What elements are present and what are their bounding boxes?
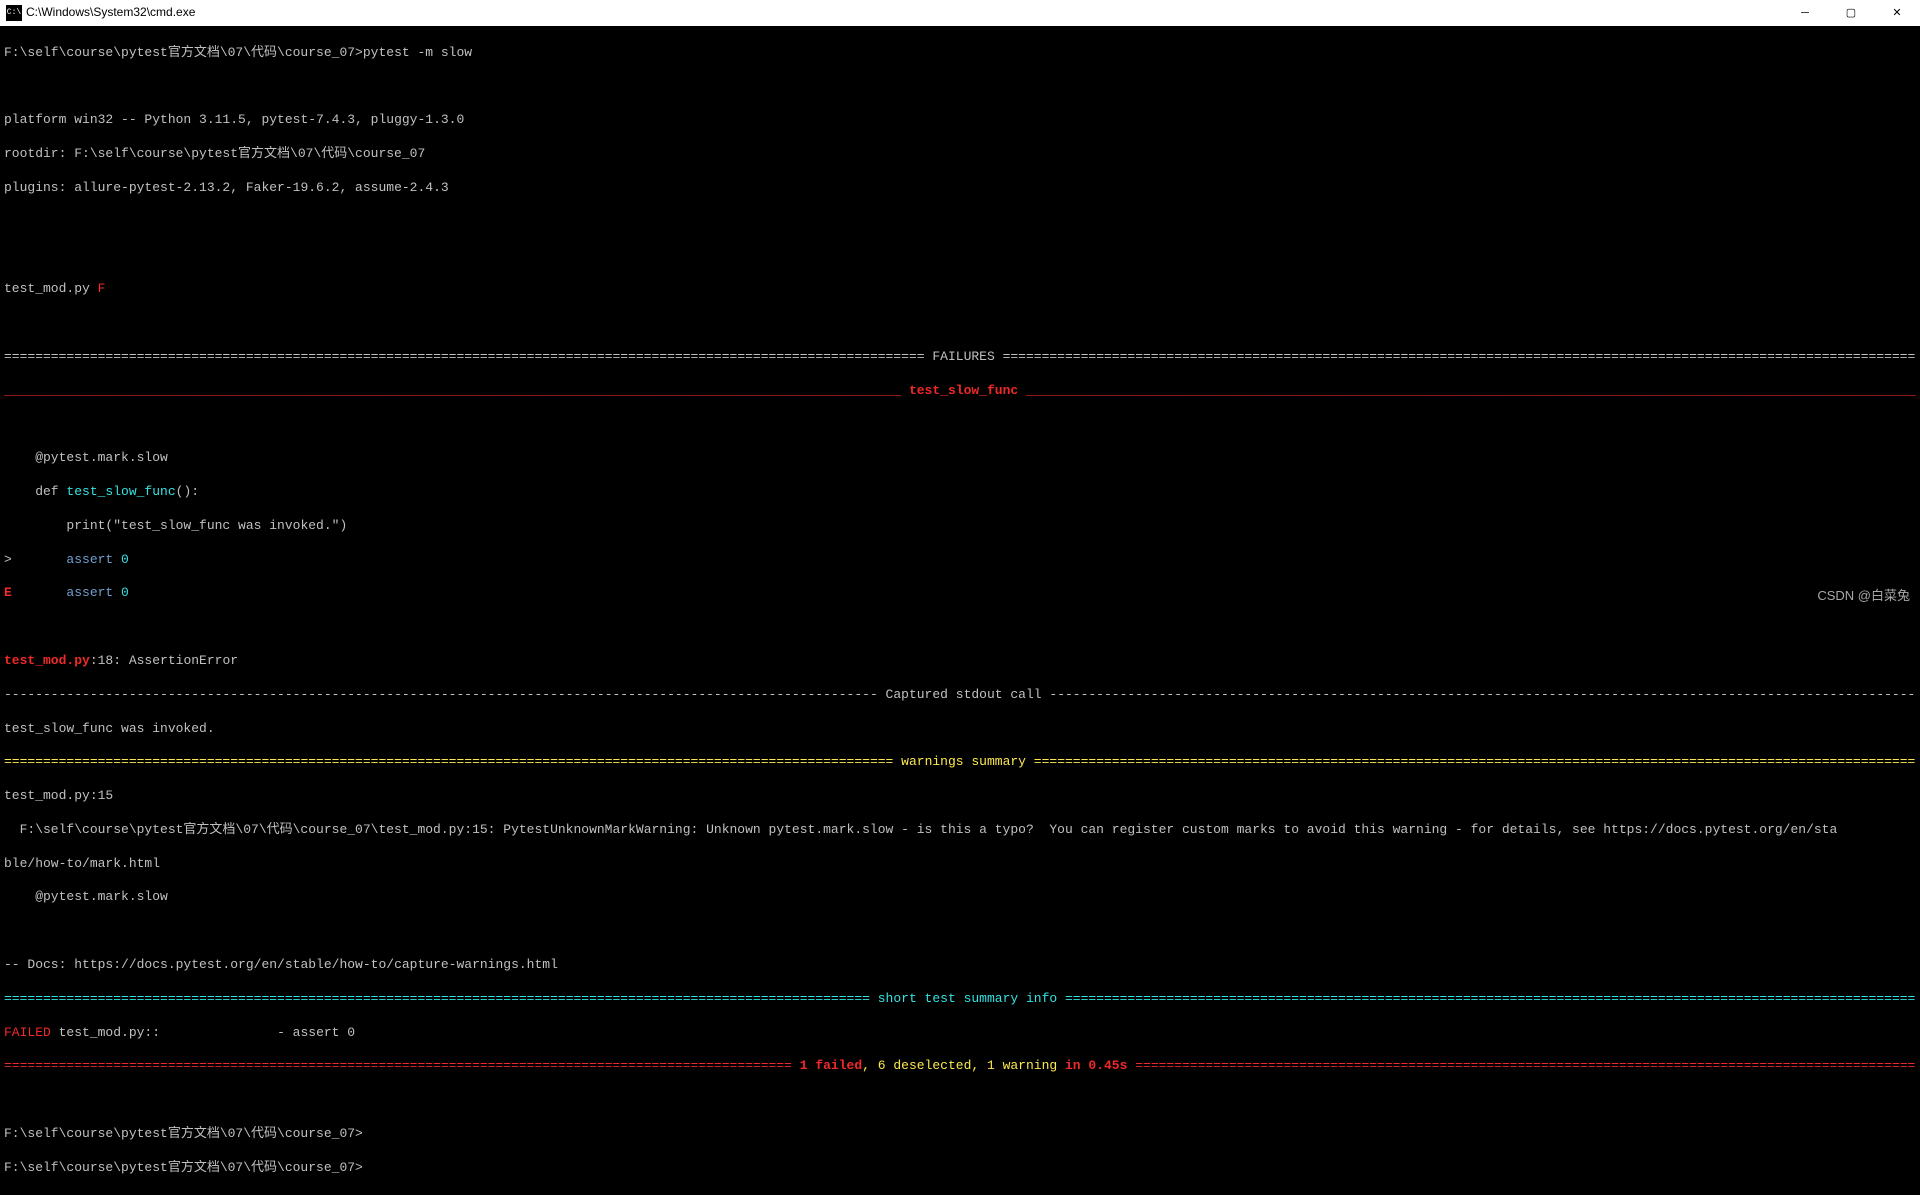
cmd-icon: C:\ — [6, 5, 22, 21]
warnings-divider: ========================================… — [4, 754, 1916, 771]
plugins-line: plugins: allure-pytest-2.13.2, Faker-19.… — [4, 180, 1916, 197]
failures-divider: ========================================… — [4, 349, 1916, 366]
failed-kw: FAILED — [4, 1025, 51, 1040]
close-button[interactable]: ✕ — [1874, 0, 1920, 26]
platform-line: platform win32 -- Python 3.11.5, pytest-… — [4, 112, 1916, 129]
blank-line — [4, 923, 1916, 940]
warning-line-2b: ble/how-to/mark.html — [4, 856, 1916, 873]
warning-docs: -- Docs: https://docs.pytest.org/en/stab… — [4, 957, 1916, 974]
warning-line-1: test_mod.py:15 — [4, 788, 1916, 805]
assert-val: 0 — [113, 552, 129, 567]
def-paren: (): — [176, 484, 199, 499]
blank-line — [4, 619, 1916, 636]
prompt-path: F:\self\course\pytest官方文档\07\代码\course_0… — [4, 45, 363, 60]
window-titlebar: C:\ C:\Windows\System32\cmd.exe ─ ▢ ✕ — [0, 0, 1920, 26]
assert-kw: assert — [66, 585, 113, 600]
assert-val: 0 — [113, 585, 129, 600]
def-keyword: def — [4, 484, 66, 499]
run-file: test_mod.py — [4, 281, 98, 296]
blank-line — [4, 214, 1916, 231]
watermark: CSDN @白菜兔 — [1817, 588, 1910, 605]
captured-body: test_slow_func was invoked. — [4, 721, 1916, 738]
blank-line — [4, 416, 1916, 433]
captured-divider: ----------------------------------------… — [4, 687, 1916, 704]
failed-test: test_mod.py:: — [51, 1025, 160, 1040]
code-assert-fail: > assert 0 — [4, 552, 1916, 569]
minimize-button[interactable]: ─ — [1782, 0, 1828, 26]
run-line: test_mod.py F — [4, 281, 1916, 298]
warning-line-2: F:\self\course\pytest官方文档\07\代码\course_0… — [4, 822, 1916, 839]
prompt-command: pytest -m slow — [363, 45, 472, 60]
assert-marker: > — [4, 552, 66, 567]
error-loc-rest: :18: AssertionError — [90, 653, 238, 668]
maximize-button[interactable]: ▢ — [1828, 0, 1874, 26]
summary-failed: FAILED test_mod.py:: - assert 0 — [4, 1025, 1916, 1042]
code-def: def test_slow_func(): — [4, 484, 1916, 501]
code-print: print("test_slow_func was invoked.") — [4, 518, 1916, 535]
func-name: test_slow_func — [66, 484, 175, 499]
end-prompt-1: F:\self\course\pytest官方文档\07\代码\course_0… — [4, 1126, 1916, 1143]
summary-divider: ========================================… — [4, 991, 1916, 1008]
error-marker: E — [4, 585, 66, 600]
failed-msg: - assert 0 — [277, 1025, 355, 1040]
code-decorator: @pytest.mark.slow — [4, 450, 1916, 467]
progress-pad — [105, 281, 1916, 296]
window-title: C:\Windows\System32\cmd.exe — [26, 5, 195, 21]
failed-pad — [160, 1025, 277, 1040]
error-file: test_mod.py — [4, 653, 90, 668]
blank-line — [4, 315, 1916, 332]
blank-line — [4, 79, 1916, 96]
failure-testname-divider: ________________________________________… — [4, 383, 1916, 400]
warning-line-3: @pytest.mark.slow — [4, 889, 1916, 906]
error-location: test_mod.py:18: AssertionError — [4, 653, 1916, 670]
blank-line — [4, 1092, 1916, 1109]
code-error: E assert 0 — [4, 585, 1916, 602]
final-divider: ========================================… — [4, 1058, 1916, 1075]
end-prompt-2: F:\self\course\pytest官方文档\07\代码\course_0… — [4, 1160, 1916, 1177]
prompt-line: F:\self\course\pytest官方文档\07\代码\course_0… — [4, 45, 1916, 62]
blank-line — [4, 248, 1916, 265]
assert-kw: assert — [66, 552, 113, 567]
rootdir-line: rootdir: F:\self\course\pytest官方文档\07\代码… — [4, 146, 1916, 163]
